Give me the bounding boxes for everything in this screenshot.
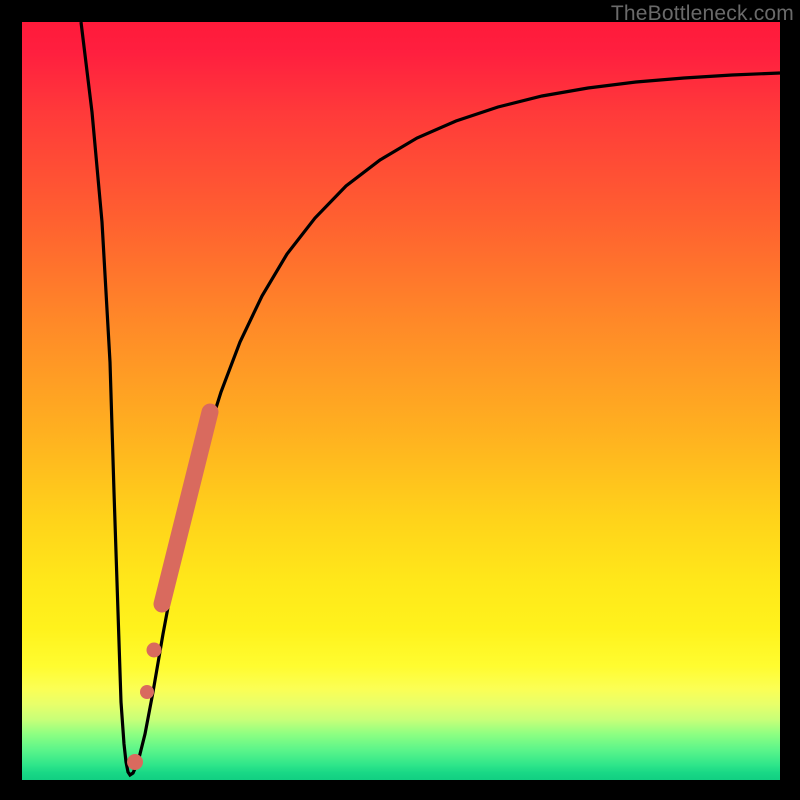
bottleneck-curve [81,22,780,775]
marker-dot-2 [140,685,154,699]
marker-segment [162,412,210,604]
curve-layer [22,22,780,780]
chart-frame: TheBottleneck.com [0,0,800,800]
marker-dot-3 [147,643,162,658]
plot-area [22,22,780,780]
watermark-text: TheBottleneck.com [611,2,794,26]
marker-dot-1 [127,754,143,770]
